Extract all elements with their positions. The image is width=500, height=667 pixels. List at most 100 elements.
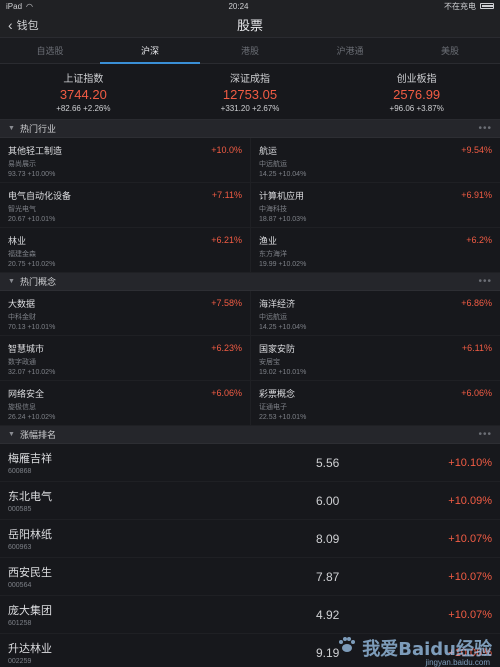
concept-item[interactable]: 国家安防 安居宝 19.02 +10.01% +6.11% (250, 336, 500, 381)
stock-change: +10.07% (448, 608, 492, 621)
chevron-left-icon: ‹ (8, 17, 13, 33)
chevron-down-icon: ▼ (8, 431, 15, 438)
index-change: +96.06 +3.87% (389, 104, 444, 113)
section-header-gainers[interactable]: ▼ 涨幅排名 ••• (0, 426, 500, 444)
industry-item[interactable]: 电气自动化设备 智光电气 20.67 +10.01% +7.11% (0, 183, 250, 228)
device-label: iPad (6, 1, 23, 11)
stock-code: 002259 (8, 658, 32, 665)
table-row[interactable]: 梅雁吉祥 600868 5.56 +10.10% (0, 444, 500, 482)
stock-price: 8.09 (316, 531, 340, 546)
industry-item[interactable]: 计算机应用 中海科技 18.87 +10.03% +6.91% (250, 183, 500, 228)
sector-name: 林业 (8, 236, 27, 246)
table-row[interactable]: 庞大集团 601258 4.92 +10.07% (0, 596, 500, 634)
section-title: 热门行业 (19, 124, 56, 134)
leader-stat: 14.25 +10.04% (259, 171, 307, 178)
more-icon[interactable]: ••• (478, 276, 492, 287)
leader-stock: 易尚展示 (8, 161, 36, 168)
stock-change: +10.10% (448, 456, 492, 469)
industry-item[interactable]: 渔业 东方海洋 19.99 +10.02% +6.2% (250, 228, 500, 273)
table-row[interactable]: 岳阳林纸 600963 8.09 +10.07% (0, 520, 500, 558)
stock-price: 7.87 (316, 569, 340, 584)
leader-stat: 14.25 +10.04% (259, 324, 307, 331)
stock-name: 升达林业 (8, 643, 52, 655)
table-row[interactable]: 升达林业 002259 9.19 +10.06% (0, 634, 500, 667)
stock-name: 梅雁吉祥 (8, 453, 52, 465)
index-name: 深证成指 (230, 74, 270, 85)
section-header-hot-industry[interactable]: ▼ 热门行业 ••• (0, 120, 500, 138)
leader-stat: 93.73 +10.00% (8, 171, 56, 178)
stock-name: 东北电气 (8, 491, 52, 503)
clock: 20:24 (228, 1, 249, 11)
concept-item[interactable]: 网络安全 旋极信息 26.24 +10.02% +6.06% (0, 381, 250, 426)
charging-status: 不在充电 (444, 1, 476, 11)
concept-item[interactable]: 彩票概念 证通电子 22.53 +10.01% +6.06% (250, 381, 500, 426)
leader-stat: 32.07 +10.02% (8, 369, 56, 376)
concept-change: +7.58% (211, 298, 242, 308)
concept-change: +6.23% (211, 343, 242, 353)
leader-stock: 中远航运 (259, 314, 287, 321)
sector-name: 其他轻工制造 (8, 146, 63, 156)
index-name: 创业板指 (396, 74, 437, 85)
industry-item[interactable]: 航运 中远航运 14.25 +10.04% +9.54% (250, 138, 500, 183)
hot-concept-grid: 大数据 中科金财 70.13 +10.01% +7.58% 海洋经济 中远航运 … (0, 291, 500, 426)
stock-code: 600963 (8, 544, 32, 551)
leader-stat: 26.24 +10.02% (8, 414, 56, 421)
status-bar: iPad ◠ 20:24 不在充电 (0, 0, 500, 12)
tab-us-stocks[interactable]: 美股 (400, 38, 500, 63)
leader-stock: 证通电子 (259, 404, 287, 411)
stock-change: +10.09% (448, 494, 492, 507)
stock-change: +10.07% (448, 532, 492, 545)
concept-name: 智慧城市 (8, 344, 45, 354)
back-label: 钱包 (16, 20, 39, 32)
leader-stat: 22.53 +10.01% (259, 414, 307, 421)
index-value: 2576.99 (393, 87, 441, 102)
tab-watchlist[interactable]: 自选股 (0, 38, 100, 63)
sector-change: +7.11% (211, 190, 242, 200)
index-shenzhen[interactable]: 深证成指 12753.05 +331.20 +2.67% (167, 64, 334, 119)
section-header-hot-concept[interactable]: ▼ 热门概念 ••• (0, 273, 500, 291)
concept-change: +6.11% (461, 343, 492, 353)
stock-code: 000585 (8, 506, 32, 513)
index-value: 3744.20 (59, 87, 107, 102)
concept-change: +6.06% (211, 388, 242, 398)
sector-name: 计算机应用 (259, 191, 305, 201)
concept-item[interactable]: 智慧城市 数字政通 32.07 +10.02% +6.23% (0, 336, 250, 381)
leader-stat: 20.67 +10.01% (8, 216, 56, 223)
index-shanghai[interactable]: 上证指数 3744.20 +82.66 +2.26% (0, 64, 167, 119)
back-button[interactable]: ‹ 钱包 (8, 12, 39, 38)
table-row[interactable]: 东北电气 000585 6.00 +10.09% (0, 482, 500, 520)
sector-name: 电气自动化设备 (8, 191, 72, 201)
table-row[interactable]: 西安民生 000564 7.87 +10.07% (0, 558, 500, 596)
index-chinext[interactable]: 创业板指 2576.99 +96.06 +3.87% (333, 64, 500, 119)
tab-stock-connect[interactable]: 沪港通 (300, 38, 400, 63)
index-value: 12753.05 (222, 87, 278, 102)
leader-stat: 70.13 +10.01% (8, 324, 56, 331)
wifi-icon: ◠ (26, 1, 33, 11)
industry-item[interactable]: 其他轻工制造 易尚展示 93.73 +10.00% +10.0% (0, 138, 250, 183)
sector-change: +9.54% (461, 145, 492, 155)
stock-code: 000564 (8, 582, 32, 589)
industry-item[interactable]: 林业 福建金森 20.75 +10.02% +6.21% (0, 228, 250, 273)
chevron-down-icon: ▼ (8, 278, 15, 285)
hot-industry-grid: 其他轻工制造 易尚展示 93.73 +10.00% +10.0% 航运 中远航运… (0, 138, 500, 273)
index-summary: 上证指数 3744.20 +82.66 +2.26% 深证成指 12753.05… (0, 64, 500, 120)
section-title: 热门概念 (19, 277, 56, 287)
battery-icon (480, 3, 494, 9)
leader-stock: 中科金财 (8, 314, 36, 321)
concept-item[interactable]: 海洋经济 中远航运 14.25 +10.04% +6.86% (250, 291, 500, 336)
stock-code: 601258 (8, 620, 32, 627)
leader-stock: 中远航运 (259, 161, 287, 168)
concept-name: 海洋经济 (259, 299, 296, 309)
tab-shanghai-shenzhen[interactable]: 沪深 (100, 38, 200, 64)
stock-price: 5.56 (316, 455, 340, 470)
navigation-bar: ‹ 钱包 股票 (0, 12, 500, 38)
chevron-down-icon: ▼ (8, 125, 15, 132)
more-icon[interactable]: ••• (478, 123, 492, 134)
concept-name: 国家安防 (259, 344, 296, 354)
leader-stock: 智光电气 (8, 206, 36, 213)
leader-stock: 东方海洋 (259, 251, 287, 258)
stock-price: 6.00 (316, 493, 340, 508)
concept-item[interactable]: 大数据 中科金财 70.13 +10.01% +7.58% (0, 291, 250, 336)
more-icon[interactable]: ••• (478, 429, 492, 440)
tab-hong-kong[interactable]: 港股 (200, 38, 300, 63)
